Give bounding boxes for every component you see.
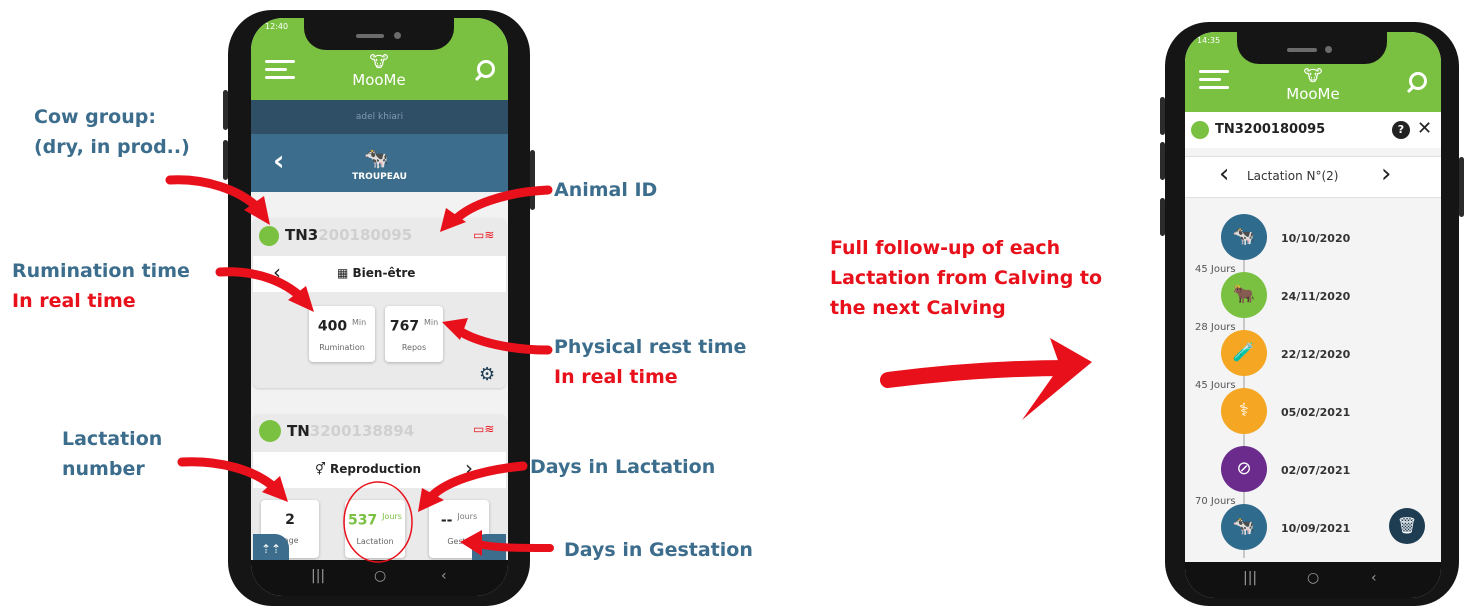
annotation-rumination: Rumination time In real time: [12, 260, 190, 312]
highlight-circle: [343, 481, 413, 563]
arrowhead: [1022, 338, 1092, 420]
arrow-followup: [880, 360, 1078, 388]
annotation-physical-rest: Physical rest time In real time: [554, 336, 747, 388]
annotation-lactation-number: Lactation number: [62, 428, 163, 480]
arrow-lactation-number: [177, 457, 280, 493]
arrow-days-lactation: [427, 461, 528, 501]
arrow-animal-id: [450, 185, 553, 225]
annotation-animal-id: Animal ID: [554, 179, 658, 201]
arrow-rumination: [215, 267, 307, 303]
annotation-arrows: [165, 175, 1092, 563]
arrow-days-gestation: [474, 540, 554, 552]
arrow-physical-rest: [453, 325, 553, 355]
annotation-days-gestation: Days in Gestation: [564, 539, 753, 561]
annotation-cow-group: Cow group: (dry, in prod..): [34, 106, 190, 158]
arrowhead: [460, 530, 482, 556]
annotation-days-lactation: Days in Lactation: [530, 456, 716, 478]
annotation-followup: Full follow-up of each Lactation from Ca…: [830, 237, 1103, 319]
arrow-cow-group: [165, 175, 263, 213]
